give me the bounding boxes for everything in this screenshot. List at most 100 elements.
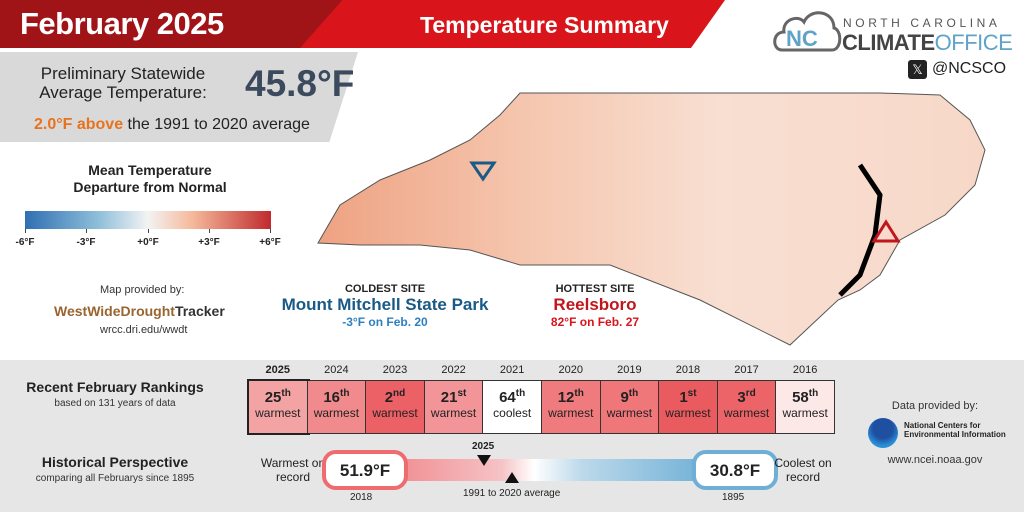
ranking-number: 21st [425, 388, 483, 406]
ranking-number: 58th [776, 388, 834, 406]
ranking-number: 9th [601, 388, 659, 406]
rankings-table: 2025 25th warmest 2024 16th warmest 2023 2nd war… [247, 364, 835, 435]
legend-tick-label: +6°F [259, 237, 281, 248]
ranking-number: 3rd [718, 388, 776, 406]
ranking-cell: 2025 25th warmest [247, 364, 310, 435]
ranking-num: 64 [499, 389, 516, 406]
ranking-year: 2020 [558, 364, 583, 376]
ranking-word: warmest [430, 406, 477, 420]
legend-tick-label: +3°F [198, 237, 220, 248]
logo-line2: CLIMATEOFFICE [842, 30, 1013, 56]
rankings-title: Recent February Rankings [26, 379, 204, 395]
ranking-word: coolest [493, 406, 532, 420]
coldest-header: COLDEST SITE [344, 283, 426, 295]
ranking-suffix: rd [745, 388, 756, 399]
anomaly-text: 2.0°F above the 1991 to 2020 average [34, 116, 310, 134]
ranking-suffix: th [281, 388, 291, 399]
rankings-subtitle: based on 131 years of data [54, 398, 176, 409]
svg-text:NC: NC [786, 26, 818, 51]
x-logo-icon: 𝕏 [908, 60, 927, 79]
legend-title: Mean Temperature Departure from Normal [73, 162, 227, 195]
marker-2025-label: 2025 [472, 441, 495, 452]
wwdt-logo: WestWideDroughtTracker [54, 303, 225, 319]
wwdt-brand-a: WestWideDrought [54, 303, 175, 319]
coldest-detail: -3°F on Feb. 20 [342, 315, 428, 329]
ranking-year: 2021 [499, 364, 525, 376]
ranking-word: warmest [665, 406, 711, 420]
legend-tick [86, 229, 87, 233]
data-credit-label: Data provided by: [891, 400, 979, 412]
ranking-number: 64th [483, 388, 541, 406]
ranking-word: warmest [372, 406, 418, 420]
ranking-word: warmest [313, 406, 360, 420]
ranking-num: 16 [323, 389, 340, 406]
ranking-number: 16th [308, 388, 366, 406]
ranking-cell: 2016 58th warmest [776, 364, 834, 433]
ranking-num: 1 [679, 389, 688, 406]
legend-tick-label: -6°F [15, 237, 35, 248]
warmest-label: Warmest on record [260, 456, 326, 484]
stat-label: Preliminary Statewide Average Temperatur… [39, 64, 207, 102]
ranking-num: 58 [792, 389, 809, 406]
ranking-num: 25 [264, 389, 282, 406]
legend-tick-label: +0°F [137, 237, 159, 248]
ranking-suffix: th [628, 388, 639, 399]
ncei-line2: Environmental Information [904, 430, 1006, 439]
hottest-header: HOTTEST SITE [555, 283, 635, 295]
ranking-year: 2019 [617, 364, 642, 376]
logo-climate: CLIMATE [842, 30, 935, 55]
ranking-suffix: th [515, 388, 526, 399]
ranking-suffix: th [574, 388, 584, 399]
ranking-number: 12th [542, 388, 600, 406]
legend-tick-label: -3°F [76, 237, 96, 248]
ranking-number: 1st [659, 388, 717, 406]
ranking-cell: 2024 16th warmest [307, 364, 367, 433]
ranking-cell: 2018 1st warmest [659, 364, 718, 433]
ranking-cell: 2021 64th coolest [483, 364, 542, 433]
ranking-num: 9 [620, 389, 629, 406]
nc-cloud-logo-icon: NC [773, 11, 842, 52]
anomaly-value: 2.0°F above [34, 116, 124, 133]
ranking-cell: 2019 9th warmest [600, 364, 660, 433]
ranking-year: 2024 [324, 364, 349, 376]
legend-tick [148, 229, 149, 233]
coolest-year: 1895 [722, 492, 745, 503]
marker-2025-icon [477, 455, 491, 466]
ranking-word: warmest [255, 406, 301, 420]
historical-subtitle: comparing all Februarys since 1895 [35, 473, 195, 484]
map-credit-url[interactable]: wrcc.dri.edu/wwdt [100, 324, 187, 336]
hottest-name: Reelsboro [553, 295, 637, 314]
ranking-word: warmest [548, 406, 594, 420]
coldest-site: COLDEST SITE Mount Mitchell State Park -… [280, 283, 490, 329]
ranking-suffix: th [808, 388, 819, 399]
ranking-cell: 2017 3rd warmest [717, 364, 777, 433]
ranking-word: warmest [606, 406, 653, 420]
ranking-year: 2022 [441, 364, 466, 376]
ranking-num: 21 [440, 389, 458, 406]
ranking-cell: 2020 12th warmest [541, 364, 601, 433]
ranking-year: 2025 [265, 364, 291, 376]
legend-tick [270, 229, 271, 233]
historical-title: Historical Perspective [41, 454, 189, 470]
logo-line1: NORTH CAROLINA [843, 16, 1001, 30]
ranking-num: 3 [737, 389, 746, 406]
ranking-year: 2017 [734, 364, 759, 376]
page-title: February 2025 [20, 6, 224, 41]
ranking-suffix: th [340, 388, 350, 399]
coolest-label: Coolest on record [774, 456, 832, 484]
wwdt-brand-b: Tracker [174, 303, 225, 319]
warmest-value: 51.9°F [322, 450, 408, 490]
ranking-suffix: nd [393, 388, 406, 399]
ranking-cell: 2023 2nd warmest [366, 364, 425, 433]
ranking-number: 2nd [366, 388, 424, 406]
ranking-year: 2023 [382, 364, 408, 376]
hottest-detail: 82°F on Feb. 27 [550, 315, 640, 329]
logo-office: OFFICE [934, 30, 1013, 55]
social-handle[interactable]: @NCSCO [932, 60, 1006, 78]
hottest-site: HOTTEST SITE Reelsboro 82°F on Feb. 27 [520, 283, 670, 329]
ncei-name: National Centers for Environmental Inform… [904, 421, 1006, 439]
data-credit-url[interactable]: www.ncei.noaa.gov [860, 454, 1010, 466]
legend-tick [25, 229, 26, 233]
anomaly-rest: the 1991 to 2020 average [123, 116, 310, 133]
coolest-value: 30.8°F [692, 450, 778, 490]
